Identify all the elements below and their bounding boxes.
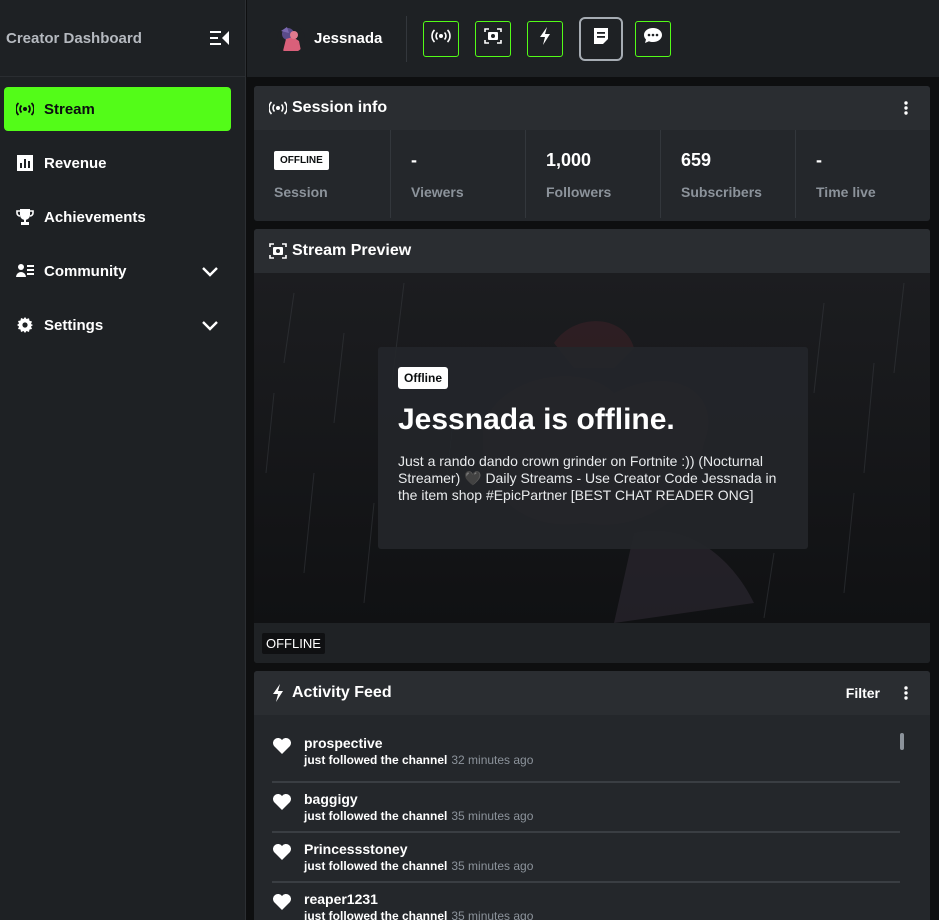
status-badge: OFFLINE [274,150,329,170]
stat-followers: 1,000 Followers [526,130,661,218]
stat-label: Time live [816,184,876,200]
activity-feed-header: Activity Feed Filter [254,671,930,715]
sidebar-item-settings[interactable]: Settings [4,303,231,347]
gear-icon [16,316,34,334]
stream-preview-panel: Stream Preview Offline Jessnada is offli… [254,229,930,663]
sidebar-item-label: Community [44,262,127,280]
stream-description: Just a rando dando crown grinder on Fort… [398,453,777,503]
notes-panel-button[interactable] [579,16,624,61]
list-item: prospective just followed the channel 32 … [272,733,900,783]
more-options-icon[interactable] [896,683,916,703]
sidebar-item-label: Revenue [44,154,107,172]
stat-label: Viewers [411,184,464,200]
sidebar-item-stream[interactable]: Stream [4,87,231,131]
follower-username[interactable]: Princessstoney [304,841,533,857]
follower-username[interactable]: prospective [304,735,533,751]
session-info-header: Session info [254,86,930,130]
sidebar: Creator Dashboard Stream Revenue Achieve… [0,0,246,920]
offline-badge: Offline [398,367,448,389]
broadcast-icon [268,99,288,117]
activity-time: 35 minutes ago [451,859,534,873]
sidebar-nav: Stream Revenue Achievements Community Se… [0,77,245,347]
sidebar-header: Creator Dashboard [0,0,245,77]
panel-title: Session info [292,99,388,116]
sidebar-item-label: Stream [44,100,95,118]
sidebar-item-community[interactable]: Community [4,249,231,293]
activity-feed-list[interactable]: prospective just followed the channel 32 … [254,715,930,920]
list-item: reaper1231 just followed the channel 35 m… [272,883,900,920]
stat-subscribers: 659 Subscribers [661,130,796,218]
chat-icon [643,27,663,50]
sidebar-item-achievements[interactable]: Achievements [4,195,231,239]
more-options-icon[interactable] [896,98,916,118]
stat-label: Followers [546,184,612,200]
heart-icon [272,893,292,911]
chat-panel-button[interactable] [635,20,672,57]
panel-title: Activity Feed [292,684,392,701]
chevron-down-icon[interactable] [201,319,219,331]
offline-card: Offline Jessnada is offline. Just a rand… [378,347,808,549]
chevron-down-icon[interactable] [201,265,219,277]
divider [406,15,408,62]
users-icon [16,262,34,280]
activity-panel-button[interactable] [527,20,564,57]
stream-preview-video[interactable]: Offline Jessnada is offline. Just a rand… [254,273,930,623]
stat-label: Session [274,184,328,200]
dashboard-title: Creator Dashboard [6,29,142,47]
stat-session: OFFLINE Session [254,130,391,218]
lightning-icon [539,27,551,50]
activity-feed-panel: Activity Feed Filter prospective just fo… [254,671,930,920]
broadcast-icon [431,29,452,48]
stat-time-live: - Time live [796,130,930,218]
follower-username[interactable]: baggigy [304,791,533,807]
activity-time: 35 minutes ago [451,909,534,920]
status-badge: OFFLINE [262,632,325,654]
sidebar-item-label: Settings [44,316,104,334]
stat-viewers: - Viewers [391,130,526,218]
heart-icon [272,737,292,755]
activity-action: just followed the channel [304,859,448,873]
stat-label: Subscribers [681,184,762,200]
activity-time: 32 minutes ago [451,753,534,767]
broadcast-icon [16,100,34,118]
lightning-icon [268,684,288,702]
stat-value: - [411,149,417,170]
stat-value: 1,000 [546,149,592,170]
preview-panel-button[interactable] [475,20,512,57]
heart-icon [272,793,292,811]
activity-action: just followed the channel [304,753,448,767]
top-bar: Jessnada [247,0,939,77]
sidebar-item-label: Achievements [44,208,146,226]
channel-name[interactable]: Jessnada [314,30,382,47]
list-item: baggigy just followed the channel 35 minu… [272,783,900,833]
sidebar-item-revenue[interactable]: Revenue [4,141,231,185]
session-stats: OFFLINE Session - Viewers 1,000 Follower… [254,130,930,218]
activity-action: just followed the channel [304,909,448,920]
offline-heading: Jessnada is offline. [398,403,675,436]
session-info-panel: Session info OFFLINE Session - Viewers 1… [254,86,930,221]
heart-icon [272,843,292,861]
stream-preview-header: Stream Preview [254,229,930,273]
screen-icon [484,28,503,49]
panel-title: Stream Preview [292,242,412,259]
activity-time: 35 minutes ago [451,809,534,823]
trophy-icon [16,208,34,226]
list-item: Princessstoney just followed the channel… [272,833,900,883]
filter-button[interactable]: Filter [846,685,880,701]
scrollbar[interactable] [900,733,904,750]
stream-panel-button[interactable] [423,20,460,57]
avatar[interactable] [277,24,305,53]
activity-action: just followed the channel [304,809,448,823]
stat-value: OFFLINE [274,146,376,174]
screen-icon [268,242,288,260]
chart-icon [16,154,34,172]
collapse-sidebar-icon[interactable] [209,29,231,47]
stat-value: 659 [681,149,712,170]
preview-footer: OFFLINE [254,623,930,663]
document-icon [593,27,609,50]
stat-value: - [816,149,822,170]
follower-username[interactable]: reaper1231 [304,891,533,907]
